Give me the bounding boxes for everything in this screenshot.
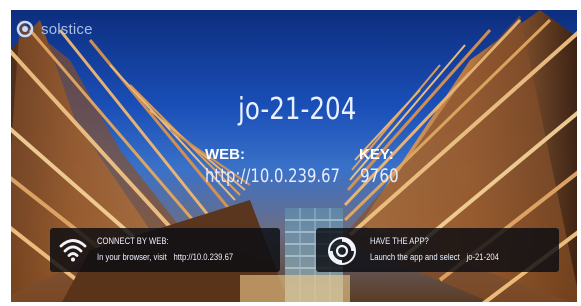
have-the-app-title: HAVE THE APP? xyxy=(370,236,429,246)
web-address: http://10.0.239.67 xyxy=(205,165,340,187)
connect-by-web-instructions: In your browser, visit http://10.0.239.67 xyxy=(97,252,234,262)
room-display-name: jo-21-204 xyxy=(238,92,357,127)
screen-bezel-left xyxy=(0,0,11,306)
screen-bezel-right xyxy=(577,0,581,306)
screen-bezel-bottom xyxy=(0,302,581,306)
solstice-ring-icon xyxy=(16,20,34,38)
solstice-display-screen: solstice jo-21-204 WEB: http://10.0.239.… xyxy=(0,0,581,306)
wifi-icon xyxy=(59,239,87,262)
brand-name: solstice xyxy=(41,20,93,38)
have-the-app-instructions: Launch the app and select jo-21-204 xyxy=(370,252,499,262)
app-room-name: jo-21-204 xyxy=(466,252,499,262)
key-label: KEY: xyxy=(359,146,394,163)
solstice-logo: solstice xyxy=(16,20,93,38)
solstice-app-icon xyxy=(328,237,356,265)
connect-web-address: http://10.0.239.67 xyxy=(173,252,234,262)
connect-by-web-card: CONNECT BY WEB: In your browser, visit ht… xyxy=(50,228,280,272)
screen-bezel-top xyxy=(0,0,581,10)
connect-by-web-title: CONNECT BY WEB: xyxy=(97,236,169,246)
have-the-app-card: HAVE THE APP? Launch the app and select j… xyxy=(316,228,559,272)
key-code: 9760 xyxy=(360,165,399,187)
web-label: WEB: xyxy=(205,146,245,163)
